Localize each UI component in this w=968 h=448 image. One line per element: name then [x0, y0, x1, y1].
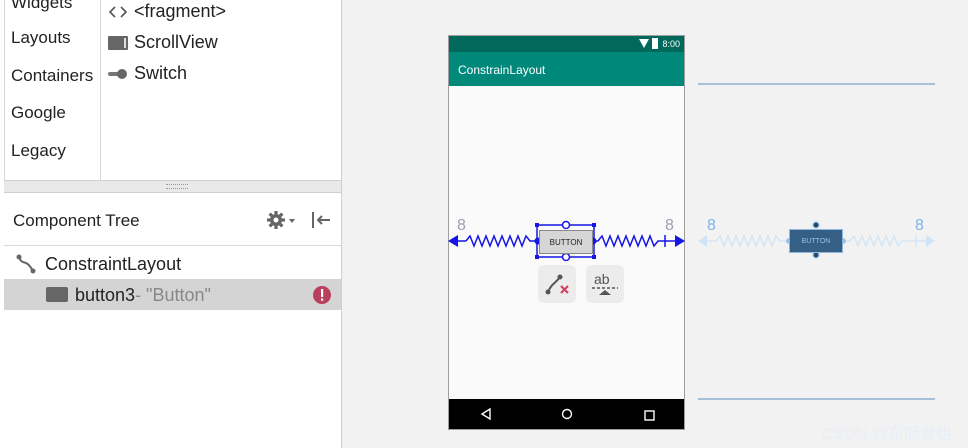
bp-right-anchor-icon: [926, 235, 935, 247]
left-spring: [465, 233, 538, 249]
corner-handle: [535, 223, 539, 227]
left-margin-value: 8: [457, 217, 466, 234]
blueprint-button[interactable]: BUTTON: [789, 229, 843, 253]
clear-constraints-icon: [545, 274, 569, 295]
bp-left-margin-value: 8: [707, 217, 716, 234]
top-handle: [561, 220, 571, 230]
bp-right-margin-value: 8: [915, 217, 924, 234]
right-margin-value: 8: [665, 217, 674, 234]
svg-text:ab: ab: [594, 271, 610, 287]
constraint-overlay: [448, 83, 935, 400]
bp-left-spring: [707, 234, 789, 248]
delete-constraints-button[interactable]: [538, 265, 576, 303]
bp-right-spring: [843, 234, 926, 248]
bp-left-anchor-icon: [698, 235, 707, 247]
corner-handle: [592, 255, 596, 259]
watermark: CSDN @东隅者也: [821, 426, 952, 443]
corner-handle: [592, 223, 596, 227]
right-anchor-icon: [675, 235, 685, 247]
right-spring: [593, 233, 665, 249]
text-baseline-icon: ab: [592, 271, 618, 295]
design-button[interactable]: BUTTON: [539, 230, 593, 254]
bottom-handle: [561, 252, 571, 262]
left-anchor-icon: [448, 235, 458, 247]
baseline-button[interactable]: ab: [586, 265, 624, 303]
corner-handle: [535, 255, 539, 259]
